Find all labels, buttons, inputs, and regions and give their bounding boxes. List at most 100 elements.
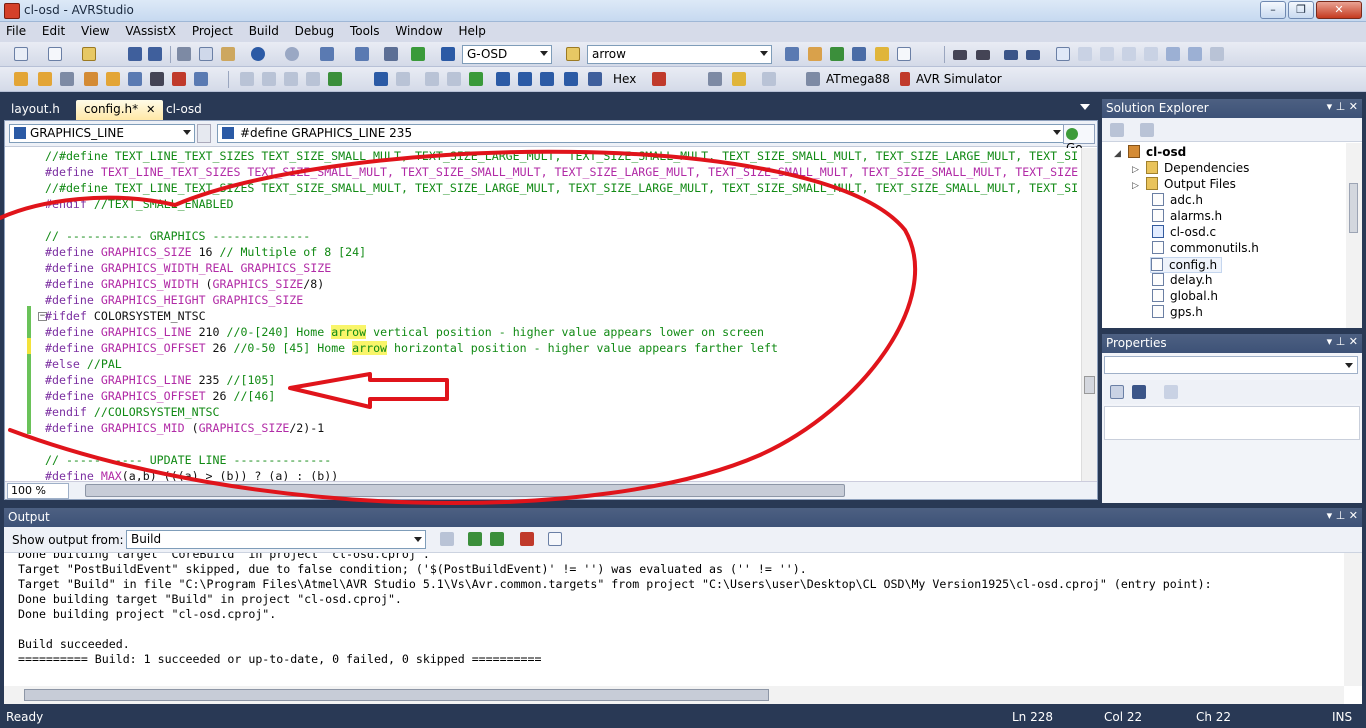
memory-view-icon[interactable] <box>732 72 746 86</box>
tree-file[interactable]: gps.h <box>1152 305 1203 321</box>
restore-button[interactable]: ❐ <box>1288 1 1314 19</box>
zoom-combo[interactable]: 100 % <box>7 483 69 499</box>
menu-view[interactable]: View <box>75 22 115 42</box>
device-programming-icon[interactable] <box>84 72 98 86</box>
panel-controls[interactable]: ▾ ⊥ ✕ <box>1327 509 1358 522</box>
property-pages-icon[interactable] <box>1164 385 1178 399</box>
step-out-icon[interactable] <box>540 72 554 86</box>
configuration-combo[interactable]: G-OSD <box>462 45 552 64</box>
indent-icon[interactable] <box>953 50 967 60</box>
object-browser-icon[interactable] <box>852 47 866 61</box>
scroll-thumb[interactable] <box>24 689 769 701</box>
start-page-icon[interactable] <box>897 47 911 61</box>
categorized-icon[interactable] <box>1110 385 1124 399</box>
breakpoints-icon[interactable] <box>652 72 666 86</box>
menu-file[interactable]: File <box>0 22 32 42</box>
clean-icon[interactable] <box>60 72 74 86</box>
undo-icon[interactable] <box>251 47 265 61</box>
output-source-combo[interactable]: Build <box>126 530 426 549</box>
open-icon[interactable] <box>82 47 96 61</box>
format-icon[interactable] <box>150 72 164 86</box>
tab-layout-h[interactable]: layout.h <box>3 100 68 120</box>
step-into-icon[interactable] <box>496 72 510 86</box>
uncomment-icon[interactable] <box>1026 50 1040 60</box>
start-without-debugging-icon[interactable] <box>441 47 455 61</box>
locals-icon[interactable] <box>262 72 276 86</box>
tree-folder[interactable]: ▷ Output Files <box>1132 177 1236 193</box>
properties-icon[interactable] <box>830 47 844 61</box>
next-bookmark-folder-icon[interactable] <box>1144 47 1158 61</box>
tree-project[interactable]: ◢ cl-osd <box>1114 145 1186 161</box>
properties-object-combo[interactable] <box>1104 356 1358 374</box>
add-item-icon[interactable] <box>48 47 62 61</box>
registers-icon[interactable] <box>306 72 320 86</box>
menu-build[interactable]: Build <box>243 22 285 42</box>
scroll-thumb[interactable] <box>1349 183 1358 233</box>
io-view-icon[interactable] <box>328 72 342 86</box>
menu-debug[interactable]: Debug <box>289 22 340 42</box>
save-all-icon[interactable] <box>148 47 162 61</box>
tree-file[interactable]: delay.h <box>1152 273 1213 289</box>
solution-explorer-icon[interactable] <box>808 47 822 61</box>
menu-tools[interactable]: Tools <box>344 22 386 42</box>
prev-message-icon[interactable] <box>468 532 482 546</box>
tab-config-h[interactable]: config.h* ✕ <box>76 100 164 120</box>
go-button[interactable]: Go <box>1063 124 1095 155</box>
spell-check-icon[interactable] <box>172 72 186 86</box>
output-horizontal-scrollbar[interactable] <box>4 686 1344 704</box>
processor-view-icon[interactable] <box>708 72 722 86</box>
prev-bookmark-doc-icon[interactable] <box>1166 47 1180 61</box>
tree-file[interactable]: adc.h <box>1152 193 1203 209</box>
scroll-thumb[interactable] <box>1084 376 1095 394</box>
program-icon[interactable] <box>106 72 120 86</box>
reset-icon[interactable] <box>425 72 439 86</box>
build-solution-icon[interactable] <box>14 72 28 86</box>
tree-file[interactable]: commonutils.h <box>1152 241 1259 257</box>
rebuild-icon[interactable] <box>38 72 52 86</box>
toolbox-icon[interactable] <box>875 47 889 61</box>
nav-splitter[interactable] <box>197 124 211 143</box>
redo-icon[interactable] <box>285 47 299 61</box>
find-in-files-icon[interactable] <box>566 47 580 61</box>
disassembly-icon[interactable] <box>588 72 602 86</box>
properties-grid[interactable] <box>1104 406 1360 440</box>
find-icon[interactable] <box>785 47 799 61</box>
menu-project[interactable]: Project <box>186 22 239 42</box>
memory-icon[interactable] <box>284 72 298 86</box>
attach-icon[interactable] <box>194 72 208 86</box>
menu-vassistx[interactable]: VAssistX <box>119 22 182 42</box>
close-button[interactable]: ✕ <box>1316 1 1362 19</box>
show-all-files-icon[interactable] <box>1110 123 1124 137</box>
refresh-icon[interactable] <box>1140 123 1154 137</box>
panel-controls[interactable]: ▾ ⊥ ✕ <box>1327 100 1358 113</box>
find-combo[interactable]: arrow <box>587 45 772 64</box>
member-combo[interactable]: #define GRAPHICS_LINE 235 <box>217 124 1065 143</box>
watch-icon[interactable] <box>240 72 254 86</box>
hex-toggle[interactable]: Hex <box>613 72 636 86</box>
close-tab-icon[interactable]: ✕ <box>146 103 155 116</box>
tree-file[interactable]: cl-osd.c <box>1152 225 1216 241</box>
build-icon[interactable] <box>384 47 398 61</box>
run-to-cursor-icon[interactable] <box>564 72 578 86</box>
break-icon[interactable] <box>447 72 461 86</box>
clear-bookmarks-icon[interactable] <box>1210 47 1224 61</box>
tab-cl-osd[interactable]: cl-osd <box>158 100 210 120</box>
settings-icon[interactable] <box>128 72 142 86</box>
editor-horizontal-scrollbar[interactable] <box>85 484 845 497</box>
clear-all-icon[interactable] <box>520 532 534 546</box>
pause-icon[interactable] <box>374 72 388 86</box>
device-icon[interactable] <box>762 72 776 86</box>
menu-help[interactable]: Help <box>453 22 492 42</box>
new-project-icon[interactable] <box>14 47 28 61</box>
next-bookmark-icon[interactable] <box>1100 47 1114 61</box>
scope-combo[interactable]: GRAPHICS_LINE <box>9 124 195 143</box>
panel-controls[interactable]: ▾ ⊥ ✕ <box>1327 335 1358 348</box>
navigate-forward-icon[interactable] <box>355 47 369 61</box>
device-label[interactable]: ATmega88 <box>826 72 890 86</box>
output-vertical-scrollbar[interactable] <box>1344 553 1362 686</box>
save-icon[interactable] <box>128 47 142 61</box>
menu-edit[interactable]: Edit <box>36 22 71 42</box>
editor-vertical-scrollbar[interactable] <box>1081 148 1097 481</box>
menu-window[interactable]: Window <box>389 22 448 42</box>
comment-icon[interactable] <box>1004 50 1018 60</box>
